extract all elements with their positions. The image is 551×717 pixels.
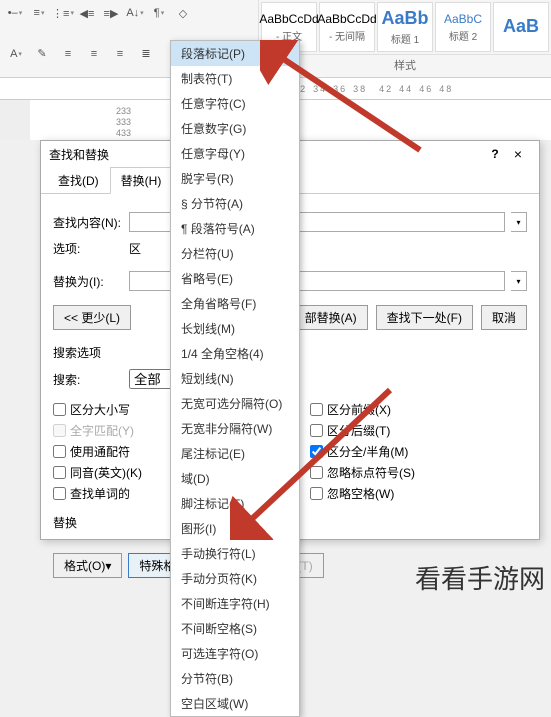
align-right-icon[interactable]: ≡ (108, 43, 132, 65)
sort-icon[interactable]: A↓▾ (124, 4, 146, 22)
menu-emdash[interactable]: 长划线(M) (171, 316, 299, 341)
menu-pagebreak[interactable]: 手动分页符(K) (171, 566, 299, 591)
find-next-button[interactable]: 查找下一处(F) (376, 305, 473, 330)
menu-nb-hyphen[interactable]: 不间断连字符(H) (171, 591, 299, 616)
menu-ellipsis[interactable]: 省略号(E) (171, 266, 299, 291)
style-h1[interactable]: AaBb标题 1 (377, 2, 433, 52)
help-button[interactable]: ? (485, 147, 505, 161)
options-value: 区 (129, 240, 141, 257)
close-button[interactable]: × (505, 146, 531, 162)
chk-space: 忽略空格(W) (310, 485, 527, 502)
menu-column-break[interactable]: 分栏符(U) (171, 241, 299, 266)
menu-paragraph-mark[interactable]: 段落标记(P) (171, 41, 299, 66)
menu-anyletter[interactable]: 任意字母(Y) (171, 141, 299, 166)
ribbon-styles-group: AaBbCcDd- 正文 AaBbCcDd- 无间隔 AaBb标题 1 AaBb… (259, 0, 551, 77)
font-color-icon[interactable]: A▾ (4, 43, 28, 65)
menu-anychar[interactable]: 任意字符(C) (171, 91, 299, 116)
style-h3[interactable]: AaB (493, 2, 549, 52)
cancel-button[interactable]: 取消 (481, 305, 527, 330)
show-marks-icon[interactable]: ¶▾ (148, 4, 170, 22)
menu-whitespace[interactable]: 空白区域(W) (171, 691, 299, 716)
menu-full-ellipsis[interactable]: 全角省略号(F) (171, 291, 299, 316)
incr-indent-icon[interactable]: ≡▶ (100, 4, 122, 22)
format-button[interactable]: 格式(O)▾ (53, 553, 122, 578)
bullets-icon[interactable]: •–▾ (4, 4, 26, 22)
menu-section-break[interactable]: 分节符(B) (171, 666, 299, 691)
dialog-title: 查找和替换 (49, 146, 109, 163)
highlight-icon[interactable]: ✎ (30, 43, 54, 65)
find-dropdown-icon[interactable]: ▾ (511, 212, 527, 232)
menu-anydigit[interactable]: 任意数字(G) (171, 116, 299, 141)
menu-endash[interactable]: 短划线(N) (171, 366, 299, 391)
styles-group-label: 样式 (259, 54, 551, 75)
menu-nb-space[interactable]: 不间断空格(S) (171, 616, 299, 641)
doc-text: 233 333 433 (116, 106, 131, 139)
menu-zwj-opt[interactable]: 无宽可选分隔符(O) (171, 391, 299, 416)
align-left-icon[interactable]: ≡ (56, 43, 80, 65)
menu-footnote[interactable]: 脚注标记(F) (171, 491, 299, 516)
numbering-icon[interactable]: ≡▾ (28, 4, 50, 22)
chk-prefix: 区分前缀(X) (310, 401, 527, 418)
menu-caret[interactable]: 脱字号(R) (171, 166, 299, 191)
justify-icon[interactable]: ≣ (134, 43, 158, 65)
chk-suffix: 区分后缀(T) (310, 422, 527, 439)
menu-tab[interactable]: 制表符(T) (171, 66, 299, 91)
replace-all-button[interactable]: 部替换(A) (294, 305, 368, 330)
menu-graphic[interactable]: 图形(I) (171, 516, 299, 541)
menu-field[interactable]: 域(D) (171, 466, 299, 491)
search-dir-label: 搜索: (53, 371, 123, 388)
menu-para-symbol[interactable]: ¶ 段落符号(A) (171, 216, 299, 241)
watermark: 看看手游网 (415, 559, 545, 596)
menu-opt-hyphen[interactable]: 可选连字符(O) (171, 641, 299, 666)
decr-indent-icon[interactable]: ◀≡ (76, 4, 98, 22)
replace-dropdown-icon[interactable]: ▾ (511, 271, 527, 291)
special-menu: 段落标记(P) 制表符(T) 任意字符(C) 任意数字(G) 任意字母(Y) 脱… (170, 40, 300, 717)
style-h2[interactable]: AaBbC标题 2 (435, 2, 491, 52)
chk-width: 区分全/半角(M) (310, 443, 527, 460)
menu-section[interactable]: § 分节符(A) (171, 191, 299, 216)
options-label: 选项: (53, 240, 123, 257)
menu-linebreak[interactable]: 手动换行符(L) (171, 541, 299, 566)
chk-punct: 忽略标点符号(S) (310, 464, 527, 481)
align-center-icon[interactable]: ≡ (82, 43, 106, 65)
tab-find[interactable]: 查找(D) (47, 167, 110, 193)
clear-icon[interactable]: ◇ (172, 4, 194, 22)
tab-replace[interactable]: 替换(H) (110, 167, 173, 194)
find-label: 查找内容(N): (53, 214, 123, 231)
style-nospacing[interactable]: AaBbCcDd- 无间隔 (319, 2, 375, 52)
less-button[interactable]: << 更少(L) (53, 305, 131, 330)
multilevel-icon[interactable]: ⋮≡▾ (52, 4, 74, 22)
menu-zwj-non[interactable]: 无宽非分隔符(W) (171, 416, 299, 441)
menu-endnote[interactable]: 尾注标记(E) (171, 441, 299, 466)
replace-label: 替换为(I): (53, 273, 123, 290)
menu-quarter-space[interactable]: 1/4 全角空格(4) (171, 341, 299, 366)
checks-right: 区分前缀(X) 区分后缀(T) 区分全/半角(M) 忽略标点符号(S) 忽略空格… (310, 397, 527, 506)
